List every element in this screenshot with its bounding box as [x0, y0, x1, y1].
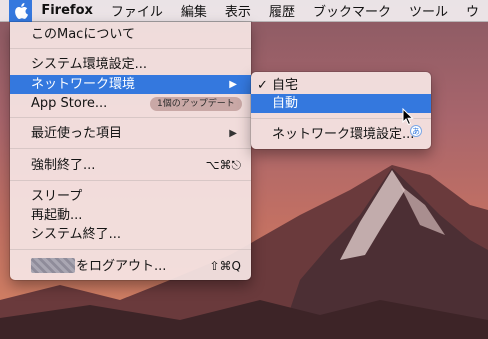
checkmark-icon: ✓	[257, 78, 268, 93]
logout-shortcut: ⇧⌘Q	[209, 259, 242, 273]
menu-separator	[10, 48, 251, 49]
input-method-icon: あ	[410, 125, 422, 137]
menu-tools[interactable]: ツール	[400, 1, 457, 20]
menu-file[interactable]: ファイル	[102, 1, 172, 20]
shutdown-item[interactable]: システム終了...	[10, 225, 251, 244]
menu-history[interactable]: 履歴	[260, 1, 304, 20]
recent-items-item[interactable]: 最近使った項目 ▶	[10, 124, 251, 143]
network-settings-label: ネットワーク環境設定...	[272, 127, 415, 142]
menu-window[interactable]: ウ	[457, 1, 488, 20]
about-this-mac-label: このMacについて	[31, 27, 135, 42]
submenu-arrow-icon: ▶	[229, 79, 237, 90]
force-quit-item[interactable]: 強制終了... ⌥⌘⎋	[10, 156, 251, 175]
system-preferences-item[interactable]: システム環境設定...	[10, 55, 251, 74]
menu-bookmarks[interactable]: ブックマーク	[304, 1, 400, 20]
logout-item[interactable]: をログアウト... ⇧⌘Q	[10, 257, 251, 276]
apple-menu-button[interactable]	[9, 0, 33, 22]
menu-separator	[10, 249, 251, 250]
apple-icon	[14, 2, 28, 19]
logout-label: をログアウト...	[76, 259, 167, 274]
mouse-cursor-icon	[402, 108, 414, 126]
submenu-arrow-icon: ▶	[229, 128, 237, 139]
location-home-label: 自宅	[272, 78, 299, 93]
system-preferences-label: システム環境設定...	[31, 57, 148, 72]
force-quit-label: 強制終了...	[31, 158, 96, 173]
menu-app-name[interactable]: Firefox	[32, 3, 102, 18]
update-badge: 1個のアップデート	[150, 97, 242, 111]
shutdown-label: システム終了...	[31, 227, 122, 242]
restart-label: 再起動...	[31, 208, 83, 223]
network-location-label: ネットワーク環境	[31, 77, 136, 92]
network-location-item[interactable]: ネットワーク環境 ▶	[10, 75, 251, 94]
sleep-label: スリープ	[31, 189, 83, 204]
menu-bar: Firefox ファイル 編集 表示 履歴 ブックマーク ツール ウ	[0, 0, 488, 22]
menu-separator	[10, 148, 251, 149]
menu-edit[interactable]: 編集	[172, 1, 216, 20]
network-settings-item[interactable]: ネットワーク環境設定...	[251, 125, 431, 144]
apple-menu-dropdown: このMacについて システム環境設定... ネットワーク環境 ▶ App Sto…	[10, 22, 251, 280]
menu-view[interactable]: 表示	[216, 1, 260, 20]
force-quit-shortcut: ⌥⌘⎋	[205, 158, 241, 172]
about-this-mac-item[interactable]: このMacについて	[10, 25, 251, 44]
location-automatic-label: 自動	[272, 96, 299, 111]
sleep-item[interactable]: スリープ	[10, 187, 251, 206]
redacted-username	[31, 258, 75, 273]
recent-items-label: 最近使った項目	[31, 126, 123, 141]
restart-item[interactable]: 再起動...	[10, 206, 251, 225]
app-store-label: App Store...	[31, 96, 108, 111]
menu-separator	[10, 180, 251, 181]
location-home-item[interactable]: ✓ 自宅	[251, 76, 431, 95]
menu-separator	[10, 117, 251, 118]
app-store-item[interactable]: App Store... 1個のアップデート	[10, 94, 251, 113]
